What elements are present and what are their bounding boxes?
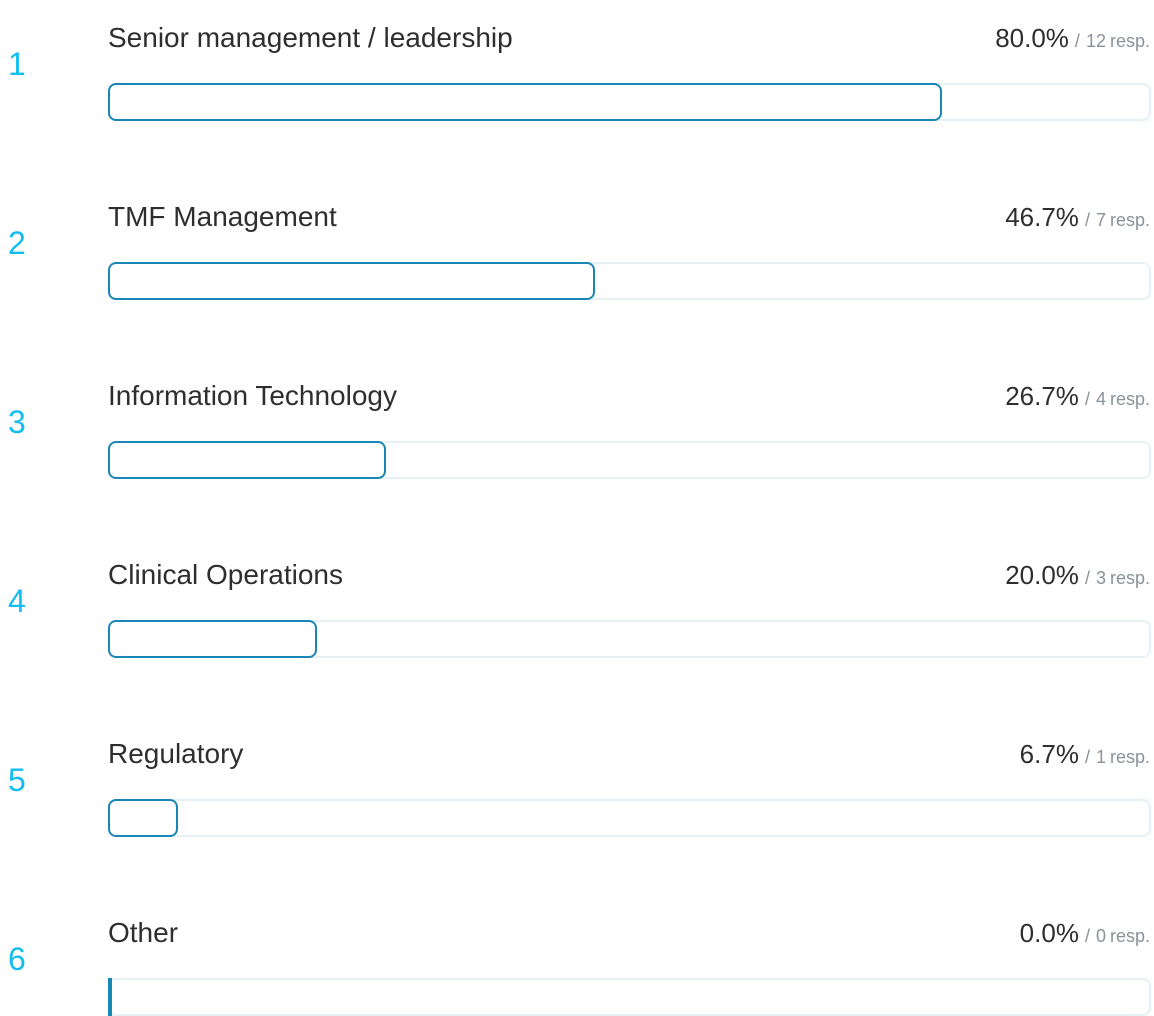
percent-value: 6.7% xyxy=(1019,739,1079,769)
result-row: 6 Other 0.0%/0 resp. xyxy=(0,909,1154,1016)
result-stats: 46.7%/7 resp. xyxy=(1005,199,1150,240)
response-count: 3 xyxy=(1095,568,1106,588)
rank-number: 4 xyxy=(8,583,26,619)
option-label: Information Technology xyxy=(108,380,397,411)
option-label: Other xyxy=(108,917,179,948)
percent-value: 80.0% xyxy=(995,23,1069,53)
bar-track xyxy=(108,620,1151,658)
percent-value: 0.0% xyxy=(1019,918,1079,948)
separator: / xyxy=(1084,210,1090,230)
response-unit: resp. xyxy=(1109,31,1150,51)
result-row: 3 Information Technology 26.7%/4 resp. xyxy=(0,372,1154,479)
separator: / xyxy=(1084,926,1090,946)
result-row: 2 TMF Management 46.7%/7 resp. xyxy=(0,193,1154,300)
option-label: Regulatory xyxy=(108,738,244,769)
result-stats: 20.0%/3 resp. xyxy=(1005,557,1150,598)
bar-fill xyxy=(108,83,942,121)
response-count: 7 xyxy=(1095,210,1106,230)
result-stats: 6.7%/1 resp. xyxy=(1020,736,1150,777)
bar-fill xyxy=(108,441,386,479)
result-row: 5 Regulatory 6.7%/1 resp. xyxy=(0,730,1154,837)
percent-value: 20.0% xyxy=(1005,560,1079,590)
percent-value: 26.7% xyxy=(1005,381,1079,411)
response-count: 12 xyxy=(1085,31,1106,51)
option-label: TMF Management xyxy=(108,201,337,232)
result-stats: 80.0%/12 resp. xyxy=(995,20,1150,61)
bar-track xyxy=(108,799,1151,837)
separator: / xyxy=(1074,31,1080,51)
separator: / xyxy=(1084,568,1090,588)
separator: / xyxy=(1084,747,1090,767)
result-stats: 26.7%/4 resp. xyxy=(1005,378,1150,419)
bar-fill xyxy=(108,799,178,837)
response-unit: resp. xyxy=(1109,210,1150,230)
survey-results-chart: 1 Senior management / leadership 80.0%/12 r… xyxy=(0,0,1154,1016)
percent-value: 46.7% xyxy=(1005,202,1079,232)
separator: / xyxy=(1084,389,1090,409)
bar-track xyxy=(108,83,1151,121)
result-stats: 0.0%/0 resp. xyxy=(1020,915,1150,956)
bar-fill xyxy=(108,620,317,658)
bar-track xyxy=(108,262,1151,300)
rank-number: 6 xyxy=(8,941,26,977)
bar-track xyxy=(108,441,1151,479)
rank-number: 2 xyxy=(8,225,26,261)
option-label: Senior management / leadership xyxy=(108,22,513,53)
response-unit: resp. xyxy=(1109,747,1150,767)
rank-number: 5 xyxy=(8,762,26,798)
response-count: 4 xyxy=(1095,389,1106,409)
bar-track xyxy=(108,978,1151,1016)
result-row: 4 Clinical Operations 20.0%/3 resp. xyxy=(0,551,1154,658)
response-unit: resp. xyxy=(1109,389,1150,409)
bar-fill xyxy=(108,262,595,300)
result-row: 1 Senior management / leadership 80.0%/12 r… xyxy=(0,14,1154,121)
rank-number: 1 xyxy=(8,46,26,82)
response-count: 0 xyxy=(1095,926,1106,946)
response-unit: resp. xyxy=(1109,568,1150,588)
bar-fill xyxy=(108,978,112,1016)
rank-number: 3 xyxy=(8,404,26,440)
option-label: Clinical Operations xyxy=(108,559,343,590)
response-count: 1 xyxy=(1095,747,1106,767)
response-unit: resp. xyxy=(1109,926,1150,946)
